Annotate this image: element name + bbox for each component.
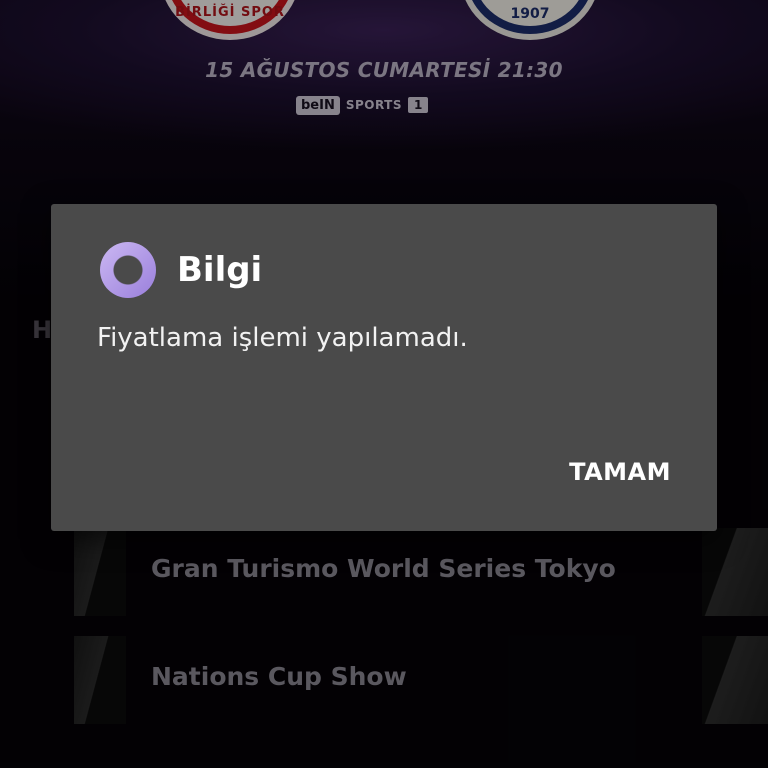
dialog-title: Bilgi — [177, 250, 263, 290]
circle-ring-icon — [100, 242, 156, 298]
dialog-message: Fiyatlama işlemi yapılamadı. — [97, 323, 468, 353]
ok-button[interactable]: TAMAM — [569, 458, 671, 486]
info-dialog: Bilgi Fiyatlama işlemi yapılamadı. TAMAM — [51, 204, 717, 531]
